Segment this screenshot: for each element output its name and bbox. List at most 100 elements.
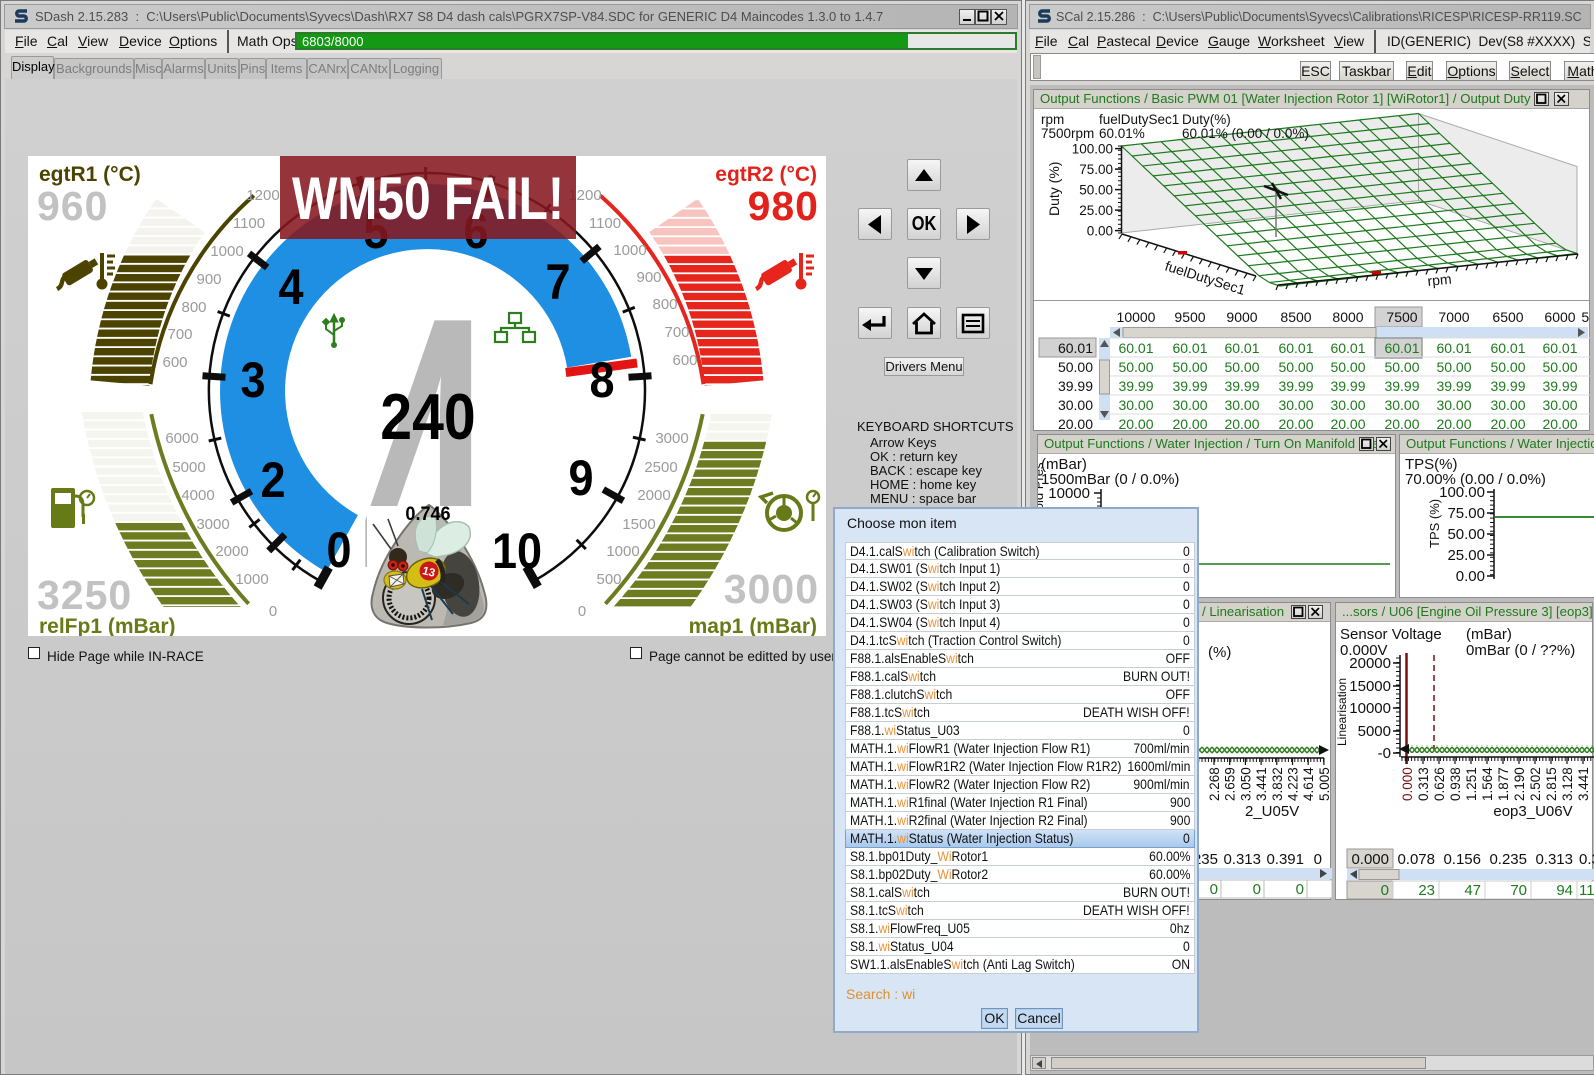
svg-text:1000: 1000: [210, 243, 243, 260]
svg-text:1200: 1200: [246, 187, 279, 204]
svg-text:20.00: 20.00: [1058, 416, 1093, 432]
svg-text:118: 118: [1579, 882, 1594, 899]
svg-text:2.502: 2.502: [1528, 767, 1543, 801]
svg-text:1100: 1100: [233, 215, 265, 232]
svg-text:2000: 2000: [215, 543, 248, 560]
svg-text:1000: 1000: [613, 242, 646, 259]
svg-text:700: 700: [664, 324, 689, 341]
svg-text:7000: 7000: [1438, 309, 1469, 325]
svg-text:30.00: 30.00: [1278, 397, 1313, 413]
svg-text:50.00: 50.00: [1118, 359, 1153, 375]
svg-text:60.01: 60.01: [1278, 340, 1313, 356]
svg-text:60.01: 60.01: [1172, 340, 1207, 356]
svg-text:75.00: 75.00: [1079, 162, 1113, 177]
svg-text:20.00: 20.00: [1278, 416, 1313, 432]
svg-text:50.00: 50.00: [1224, 359, 1259, 375]
svg-text:3000: 3000: [196, 516, 229, 533]
svg-text:7500rpm: 7500rpm: [1041, 126, 1094, 141]
svg-text:Duty (%): Duty (%): [1046, 162, 1062, 216]
svg-text:70: 70: [1510, 882, 1527, 899]
svg-text:94: 94: [1556, 882, 1573, 899]
svg-text:8500: 8500: [1280, 309, 1311, 325]
svg-text:2.815: 2.815: [1544, 767, 1559, 801]
svg-text:3000: 3000: [655, 430, 688, 447]
svg-text:0.626: 0.626: [1432, 767, 1447, 801]
svg-text:75.00: 75.00: [1447, 505, 1485, 522]
svg-text:2: 2: [260, 453, 285, 509]
svg-text:TPS (%): TPS (%): [1427, 499, 1442, 548]
svg-text:60.01: 60.01: [1436, 340, 1471, 356]
svg-text:eop3_U06V: eop3_U06V: [1493, 803, 1572, 820]
svg-text:39.99: 39.99: [1436, 378, 1471, 394]
svg-text:0mBar (0 / ??%): 0mBar (0 / ??%): [1466, 642, 1575, 659]
svg-text:1.564: 1.564: [1480, 767, 1495, 801]
svg-text:39.99: 39.99: [1384, 378, 1419, 394]
svg-text:5000: 5000: [1358, 723, 1391, 740]
svg-text:6000: 6000: [165, 430, 198, 447]
svg-text:240: 240: [380, 381, 475, 453]
svg-text:20.00: 20.00: [1384, 416, 1419, 432]
svg-text:0: 0: [1253, 881, 1261, 898]
svg-text:3000: 3000: [724, 566, 819, 612]
svg-text:50.00: 50.00: [1384, 359, 1419, 375]
svg-text:2.659: 2.659: [1223, 767, 1238, 801]
svg-text:(mBar): (mBar): [1466, 626, 1512, 643]
svg-text:60.01: 60.01: [1542, 340, 1577, 356]
svg-text:39.99: 39.99: [1490, 378, 1525, 394]
svg-text:5000: 5000: [172, 459, 205, 476]
svg-text:600: 600: [162, 354, 187, 371]
svg-text:2_U05V: 2_U05V: [1245, 803, 1299, 820]
svg-text:4000: 4000: [181, 487, 214, 504]
svg-text:3.441: 3.441: [1576, 767, 1591, 801]
svg-text:47: 47: [1464, 882, 1481, 899]
svg-text:1.251: 1.251: [1464, 767, 1479, 801]
svg-text:50.00: 50.00: [1490, 359, 1525, 375]
svg-text:0.00: 0.00: [1456, 568, 1485, 585]
svg-text:0.391: 0.391: [1266, 851, 1304, 868]
svg-text:700: 700: [167, 326, 192, 343]
svg-text:3.128: 3.128: [1560, 767, 1575, 801]
svg-text:8: 8: [589, 353, 614, 409]
svg-text:Sensor Voltage: Sensor Voltage: [1340, 626, 1442, 643]
svg-text:2.268: 2.268: [1207, 767, 1222, 801]
svg-text:60.01: 60.01: [1384, 340, 1419, 356]
svg-text:1000: 1000: [606, 543, 639, 560]
svg-text:1100: 1100: [589, 215, 621, 232]
svg-text:0.00: 0.00: [1087, 224, 1113, 239]
svg-text:50.00: 50.00: [1278, 359, 1313, 375]
svg-text:0.000: 0.000: [1351, 851, 1389, 868]
svg-text:30.00: 30.00: [1172, 397, 1207, 413]
svg-text:50.00: 50.00: [1447, 526, 1485, 543]
svg-text:0.000: 0.000: [1400, 767, 1415, 801]
svg-text:50.00: 50.00: [1079, 183, 1113, 198]
svg-text:0.313: 0.313: [1535, 851, 1573, 868]
svg-text:4.223: 4.223: [1286, 767, 1301, 801]
svg-text:60.01: 60.01: [1330, 340, 1365, 356]
svg-text:0.39: 0.39: [1579, 851, 1594, 868]
svg-text:0.938: 0.938: [1448, 767, 1463, 801]
svg-text:(%): (%): [1208, 644, 1231, 661]
svg-text:-0: -0: [1378, 745, 1391, 762]
svg-text:100.00: 100.00: [1439, 484, 1485, 501]
svg-text:0.313: 0.313: [1416, 767, 1431, 801]
svg-text:0.313: 0.313: [1223, 851, 1261, 868]
svg-text:9500: 9500: [1174, 309, 1205, 325]
svg-text:fuelDutySec1: fuelDutySec1: [1163, 258, 1247, 298]
svg-text:30.00: 30.00: [1330, 397, 1365, 413]
svg-text:25.00: 25.00: [1447, 547, 1485, 564]
svg-text:3250: 3250: [37, 572, 132, 618]
svg-text:fuelDutySec1: fuelDutySec1: [1099, 112, 1179, 127]
svg-text:0.078: 0.078: [1397, 851, 1435, 868]
svg-text:9000: 9000: [1226, 309, 1257, 325]
svg-text:10000: 10000: [1349, 700, 1391, 717]
svg-text:6500: 6500: [1492, 309, 1523, 325]
svg-text:600: 600: [672, 352, 697, 369]
svg-text:39.99: 39.99: [1542, 378, 1577, 394]
svg-text:10: 10: [492, 524, 542, 580]
svg-text:20.00: 20.00: [1542, 416, 1577, 432]
svg-text:3.441: 3.441: [1254, 767, 1269, 801]
svg-text:800: 800: [181, 299, 206, 316]
svg-text:20.00: 20.00: [1436, 416, 1471, 432]
svg-text:100.00: 100.00: [1072, 142, 1113, 157]
svg-text:20.00: 20.00: [1330, 416, 1365, 432]
